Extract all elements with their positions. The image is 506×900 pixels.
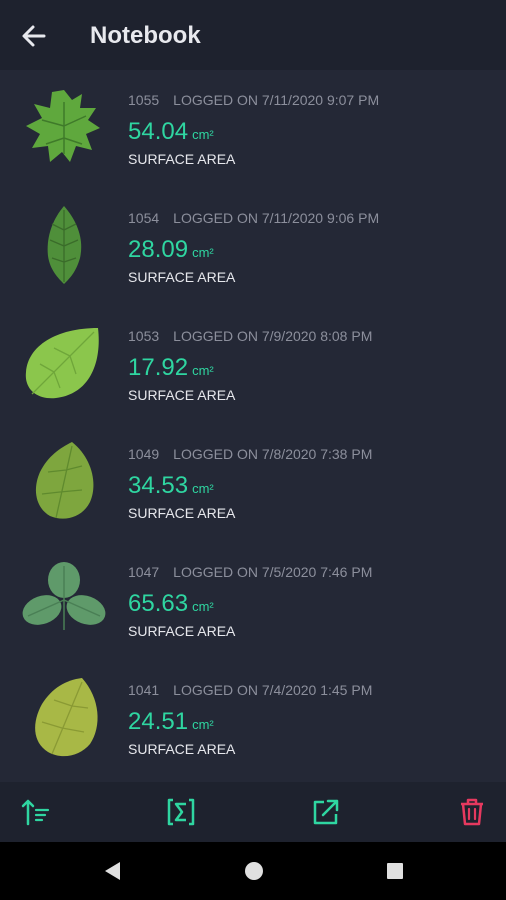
entry-value: 24.51 cm²	[128, 708, 214, 736]
entry-logged: LOGGED ON 7/11/2020 9:07 PM	[173, 92, 380, 108]
area-unit: cm²	[192, 717, 214, 732]
area-value: 28.09	[128, 236, 189, 263]
list-item[interactable]: 1054 LOGGED ON 7/11/2020 9:06 PM 28.09 cm²…	[0, 188, 506, 306]
area-unit: cm²	[192, 363, 214, 378]
yellow-leaf-icon	[35, 678, 98, 757]
entry-id: 1055	[128, 92, 160, 108]
round-leaf-icon	[25, 328, 99, 399]
entry-label: SURFACE AREA	[128, 741, 236, 757]
sort-icon[interactable]	[20, 796, 52, 828]
page-title: Notebook	[90, 22, 201, 49]
list-item[interactable]: 1047 LOGGED ON 7/5/2020 7:46 PM 65.63 cm² …	[0, 542, 506, 660]
square-recents-icon[interactable]	[384, 860, 406, 882]
area-value: 54.04	[128, 118, 189, 145]
entry-value: 65.63 cm²	[128, 590, 214, 618]
entry-meta: 1049 LOGGED ON 7/8/2020 7:38 PM	[128, 446, 372, 462]
entry-logged: LOGGED ON 7/8/2020 7:38 PM	[173, 446, 373, 462]
clover-leaf-icon	[22, 562, 106, 630]
serrated-leaf-icon	[47, 206, 82, 284]
area-unit: cm²	[192, 127, 214, 142]
arrow-left-icon[interactable]	[20, 22, 48, 50]
list-item[interactable]: 1055 LOGGED ON 7/11/2020 9:07 PM 54.04 cm²…	[0, 70, 506, 188]
area-value: 34.53	[128, 472, 189, 499]
app-bar: Notebook	[0, 0, 506, 70]
entry-label: SURFACE AREA	[128, 623, 236, 639]
list-item[interactable]: 1049 LOGGED ON 7/8/2020 7:38 PM 34.53 cm² …	[0, 424, 506, 542]
area-unit: cm²	[192, 245, 214, 260]
entry-value: 17.92 cm²	[128, 354, 214, 382]
entry-label: SURFACE AREA	[128, 387, 236, 403]
entry-value: 54.04 cm²	[128, 118, 214, 146]
bottom-action-bar	[0, 782, 506, 842]
entry-meta: 1055 LOGGED ON 7/11/2020 9:07 PM	[128, 92, 379, 108]
entry-logged: LOGGED ON 7/4/2020 1:45 PM	[173, 682, 373, 698]
sigma-icon[interactable]	[165, 796, 197, 828]
entry-meta: 1054 LOGGED ON 7/11/2020 9:06 PM	[128, 210, 379, 226]
export-icon[interactable]	[310, 796, 342, 828]
circle-home-icon[interactable]	[243, 860, 265, 882]
entry-logged: LOGGED ON 7/11/2020 9:06 PM	[173, 210, 380, 226]
entry-label: SURFACE AREA	[128, 505, 236, 521]
entry-id: 1049	[128, 446, 160, 462]
area-unit: cm²	[192, 599, 214, 614]
list-item[interactable]: 1041 LOGGED ON 7/4/2020 1:45 PM 24.51 cm² …	[0, 660, 506, 778]
entry-id: 1054	[128, 210, 160, 226]
notebook-list: 1055 LOGGED ON 7/11/2020 9:07 PM 54.04 cm²…	[0, 70, 506, 778]
entry-meta: 1047 LOGGED ON 7/5/2020 7:46 PM	[128, 564, 372, 580]
entry-meta: 1053 LOGGED ON 7/9/2020 8:08 PM	[128, 328, 372, 344]
list-item[interactable]: 1053 LOGGED ON 7/9/2020 8:08 PM 17.92 cm² …	[0, 306, 506, 424]
maple-leaf-icon	[26, 90, 100, 162]
system-nav-bar	[0, 842, 506, 900]
trash-icon[interactable]	[456, 796, 488, 828]
oval-leaf-icon	[35, 442, 94, 519]
entry-meta: 1041 LOGGED ON 7/4/2020 1:45 PM	[128, 682, 372, 698]
entry-id: 1053	[128, 328, 160, 344]
entry-logged: LOGGED ON 7/9/2020 8:08 PM	[173, 328, 373, 344]
entry-id: 1041	[128, 682, 160, 698]
area-value: 17.92	[128, 354, 189, 381]
area-unit: cm²	[192, 481, 214, 496]
entry-label: SURFACE AREA	[128, 151, 236, 167]
entry-logged: LOGGED ON 7/5/2020 7:46 PM	[173, 564, 373, 580]
entry-label: SURFACE AREA	[128, 269, 236, 285]
entry-value: 28.09 cm²	[128, 236, 214, 264]
entry-value: 34.53 cm²	[128, 472, 214, 500]
area-value: 65.63	[128, 590, 189, 617]
entry-id: 1047	[128, 564, 160, 580]
triangle-back-icon[interactable]	[102, 860, 124, 882]
area-value: 24.51	[128, 708, 189, 735]
